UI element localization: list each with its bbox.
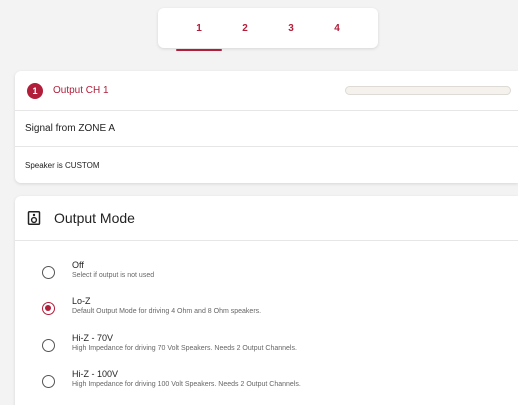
option-label: Lo-Z xyxy=(72,296,91,306)
radio-lo-z[interactable] xyxy=(42,302,55,315)
radio-hi-z-100v[interactable] xyxy=(42,375,55,388)
speaker-icon xyxy=(27,211,41,225)
output-mode-header: Output Mode xyxy=(15,196,518,241)
option-lo-z[interactable]: Lo-Z Default Output Mode for driving 4 O… xyxy=(15,292,518,322)
radio-hi-z-70v[interactable] xyxy=(42,339,55,352)
channel-level-bar xyxy=(345,86,511,95)
option-description: Default Output Mode for driving 4 Ohm an… xyxy=(72,308,262,315)
option-description: High Impedance for driving 100 Volt Spea… xyxy=(72,381,301,388)
option-description: Select if output is not used xyxy=(72,272,155,279)
option-hi-z-70v[interactable]: Hi-Z - 70V High Impedance for driving 70… xyxy=(15,329,518,359)
option-description: High Impedance for driving 70 Volt Speak… xyxy=(72,345,297,352)
option-label: Off xyxy=(72,260,84,270)
output-mode-card: Output Mode Off Select if output is not … xyxy=(15,196,518,405)
signal-source-row[interactable]: Signal from ZONE A xyxy=(15,111,518,147)
radio-off[interactable] xyxy=(42,266,55,279)
option-hi-z-100v[interactable]: Hi-Z - 100V High Impedance for driving 1… xyxy=(15,365,518,395)
tab-1[interactable]: 1 xyxy=(176,8,222,48)
channel-tabs: 1 2 3 4 xyxy=(158,8,378,51)
channel-header: 1 Output CH 1 xyxy=(15,71,518,111)
active-tab-indicator xyxy=(176,49,222,51)
tab-3[interactable]: 3 xyxy=(268,8,314,48)
tab-2[interactable]: 2 xyxy=(222,8,268,48)
speaker-row[interactable]: Speaker is CUSTOM xyxy=(15,147,518,183)
channel-title: Output CH 1 xyxy=(53,85,109,96)
option-label: Hi-Z - 100V xyxy=(72,369,119,379)
option-off[interactable]: Off Select if output is not used xyxy=(15,256,518,286)
output-mode-title: Output Mode xyxy=(54,210,135,226)
option-label: Hi-Z - 70V xyxy=(72,333,114,343)
tab-4[interactable]: 4 xyxy=(314,8,360,48)
channel-card: 1 Output CH 1 Signal from ZONE A Speaker… xyxy=(15,71,518,183)
channel-number-badge: 1 xyxy=(27,82,43,99)
